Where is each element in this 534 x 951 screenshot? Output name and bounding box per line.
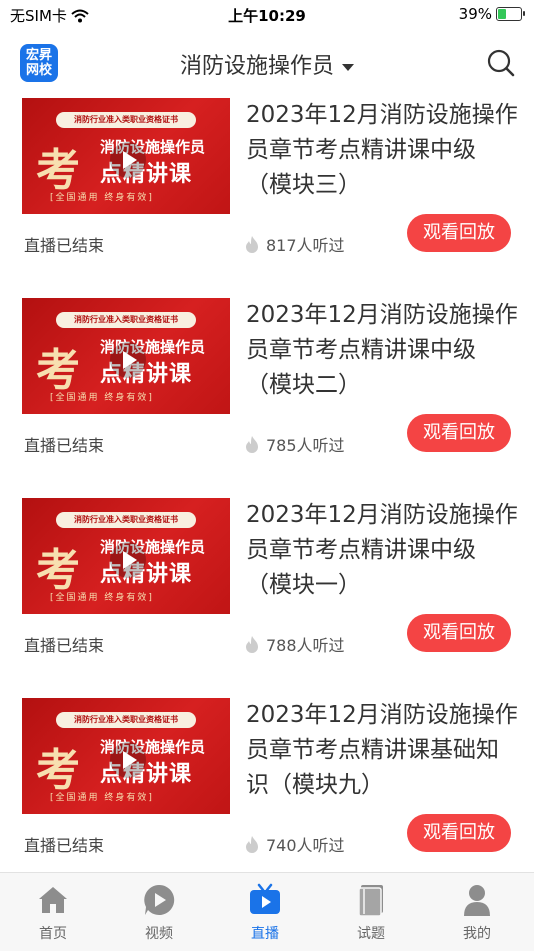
search-icon[interactable] xyxy=(486,48,516,78)
course-title[interactable]: 2023年12月消防设施操作员章节考点精讲课基础知识（模块九） xyxy=(246,698,518,803)
thumb-footer: [全国通用 终身有效] xyxy=(50,393,154,403)
watch-replay-button[interactable]: 观看回放 xyxy=(407,614,511,652)
live-status: 直播已结束 xyxy=(24,236,105,255)
thumb-big-char: 考 xyxy=(36,345,80,396)
flame-icon xyxy=(246,836,258,853)
play-icon[interactable] xyxy=(110,542,146,578)
watch-replay-button[interactable]: 观看回放 xyxy=(407,214,511,252)
view-count-text: 785人听过 xyxy=(266,436,345,455)
course-title[interactable]: 2023年12月消防设施操作员章节考点精讲课中级（模块三） xyxy=(246,98,518,203)
live-status: 直播已结束 xyxy=(24,636,105,655)
tab-exam[interactable]: 试题 xyxy=(318,873,424,951)
caret-down-icon xyxy=(342,63,354,71)
tab-label: 视频 xyxy=(145,926,173,942)
course-item[interactable]: 消防行业准入类职业资格证书 考 消防设施操作员 点精讲课 [全国通用 终身有效]… xyxy=(0,690,534,890)
battery-icon xyxy=(496,7,525,21)
live-status: 直播已结束 xyxy=(24,436,105,455)
course-thumbnail[interactable]: 消防行业准入类职业资格证书 考 消防设施操作员 点精讲课 [全国通用 终身有效] xyxy=(22,498,230,614)
bottom-tab-bar: 首页 视频 直播 试题 我的 xyxy=(0,872,534,951)
tab-video[interactable]: 视频 xyxy=(106,873,212,951)
thumb-banner: 消防行业准入类职业资格证书 xyxy=(56,312,196,328)
thumb-big-char: 考 xyxy=(36,145,80,196)
play-icon[interactable] xyxy=(110,742,146,778)
play-icon[interactable] xyxy=(110,142,146,178)
clock: 上午10:29 xyxy=(228,7,306,25)
course-title[interactable]: 2023年12月消防设施操作员章节考点精讲课中级（模块一） xyxy=(246,498,518,603)
top-navigation: 宏昇网校 消防设施操作员 xyxy=(0,36,534,90)
view-count: 785人听过 xyxy=(244,432,345,456)
status-bar: 无SIM卡 上午10:29 39% xyxy=(0,0,534,28)
thumb-banner: 消防行业准入类职业资格证书 xyxy=(56,712,196,728)
tab-label: 直播 xyxy=(251,926,279,942)
home-icon xyxy=(39,887,67,913)
category-title: 消防设施操作员 xyxy=(179,54,334,79)
course-item[interactable]: 消防行业准入类职业资格证书 考 消防设施操作员 点精讲课 [全国通用 终身有效]… xyxy=(0,490,534,690)
watch-replay-button[interactable]: 观看回放 xyxy=(407,814,511,852)
video-icon xyxy=(144,884,175,915)
thumb-footer: [全国通用 终身有效] xyxy=(50,793,154,803)
course-thumbnail[interactable]: 消防行业准入类职业资格证书 考 消防设施操作员 点精讲课 [全国通用 终身有效] xyxy=(22,698,230,814)
course-title[interactable]: 2023年12月消防设施操作员章节考点精讲课中级（模块二） xyxy=(246,298,518,403)
exam-book-icon xyxy=(358,885,383,917)
play-icon[interactable] xyxy=(110,342,146,378)
view-count-text: 788人听过 xyxy=(266,636,345,655)
thumb-big-char: 考 xyxy=(36,745,80,796)
watch-replay-button[interactable]: 观看回放 xyxy=(407,414,511,452)
view-count-text: 817人听过 xyxy=(266,236,345,255)
course-thumbnail[interactable]: 消防行业准入类职业资格证书 考 消防设施操作员 点精讲课 [全国通用 终身有效] xyxy=(22,298,230,414)
tab-live[interactable]: 直播 xyxy=(212,873,318,951)
battery-status: 39% xyxy=(458,5,525,23)
live-status: 直播已结束 xyxy=(24,836,105,855)
flame-icon xyxy=(246,236,258,253)
battery-percent: 39% xyxy=(458,5,492,23)
thumb-footer: [全国通用 终身有效] xyxy=(50,193,154,203)
course-item[interactable]: 消防行业准入类职业资格证书 考 消防设施操作员 点精讲课 [全国通用 终身有效]… xyxy=(0,290,534,490)
thumb-banner: 消防行业准入类职业资格证书 xyxy=(56,112,196,128)
course-thumbnail[interactable]: 消防行业准入类职业资格证书 考 消防设施操作员 点精讲课 [全国通用 终身有效] xyxy=(22,98,230,214)
view-count-text: 740人听过 xyxy=(266,836,345,855)
thumb-footer: [全国通用 终身有效] xyxy=(50,593,154,603)
view-count: 817人听过 xyxy=(244,232,345,256)
tab-label: 试题 xyxy=(357,926,385,942)
flame-icon xyxy=(246,436,258,453)
flame-icon xyxy=(246,636,258,653)
thumb-big-char: 考 xyxy=(36,545,80,596)
tab-profile[interactable]: 我的 xyxy=(424,873,530,951)
course-item[interactable]: 消防行业准入类职业资格证书 考 消防设施操作员 点精讲课 [全国通用 终身有效]… xyxy=(0,90,534,290)
view-count: 788人听过 xyxy=(244,632,345,656)
tab-label: 首页 xyxy=(39,926,67,942)
tab-home[interactable]: 首页 xyxy=(0,873,106,951)
live-tv-icon xyxy=(250,883,280,914)
category-selector[interactable]: 消防设施操作员 xyxy=(0,48,534,80)
profile-icon xyxy=(464,885,490,916)
view-count: 740人听过 xyxy=(244,832,345,856)
tab-label: 我的 xyxy=(463,926,491,942)
thumb-banner: 消防行业准入类职业资格证书 xyxy=(56,512,196,528)
